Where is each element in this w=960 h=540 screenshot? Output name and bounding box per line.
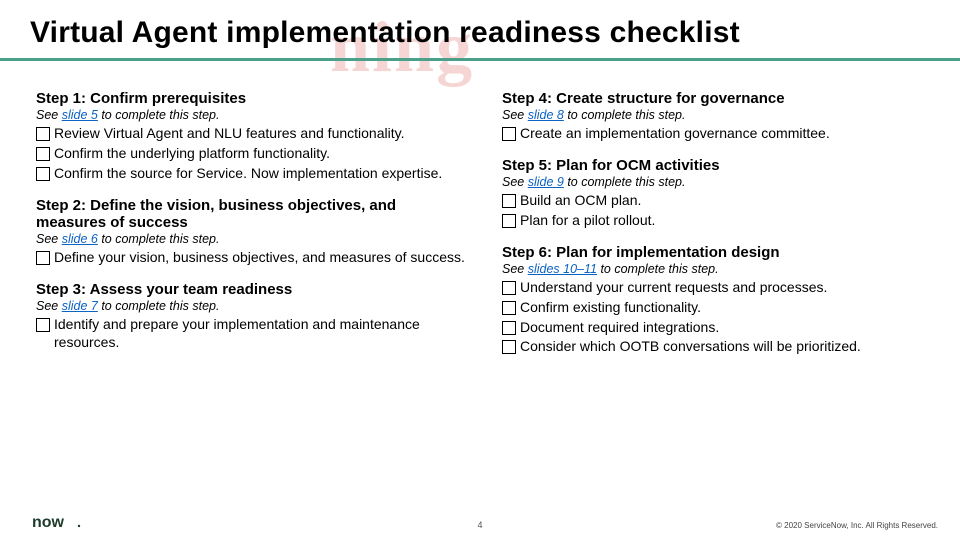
step2-heading: Step 2: Define the vision, business obje…: [36, 197, 466, 231]
list-item: Confirm the source for Service. Now impl…: [36, 165, 466, 183]
checkbox-icon[interactable]: [36, 251, 50, 265]
step4-items: Create an implementation governance comm…: [502, 125, 932, 143]
item-text: Confirm existing functionality.: [520, 299, 932, 317]
step6-see-pre: See: [502, 262, 528, 276]
list-item: Document required integrations.: [502, 319, 932, 337]
title-underline: [0, 58, 960, 61]
checkbox-icon[interactable]: [502, 281, 516, 295]
item-text: Plan for a pilot rollout.: [520, 212, 932, 230]
checkbox-icon[interactable]: [36, 127, 50, 141]
list-item: Confirm the underlying platform function…: [36, 145, 466, 163]
step2-see-link[interactable]: slide 6: [62, 232, 98, 246]
item-text: Understand your current requests and pro…: [520, 279, 932, 297]
column-right: Step 4: Create structure for governance …: [502, 90, 932, 500]
footer: now 4 © 2020 ServiceNow, Inc. All Rights…: [0, 506, 960, 540]
step1-see-link[interactable]: slide 5: [62, 108, 98, 122]
step6-see-post: to complete this step.: [597, 262, 719, 276]
list-item: Confirm existing functionality.: [502, 299, 932, 317]
step5-heading: Step 5: Plan for OCM activities: [502, 157, 932, 174]
checkbox-icon[interactable]: [502, 301, 516, 315]
logo-text: now: [32, 514, 65, 531]
step5-see-link[interactable]: slide 9: [528, 175, 564, 189]
item-text: Confirm the underlying platform function…: [54, 145, 466, 163]
step1-items: Review Virtual Agent and NLU features an…: [36, 125, 466, 183]
step1-see: See slide 5 to complete this step.: [36, 108, 466, 122]
step3-see-link[interactable]: slide 7: [62, 299, 98, 313]
copyright-text: © 2020 ServiceNow, Inc. All Rights Reser…: [776, 521, 938, 530]
column-left: Step 1: Confirm prerequisites See slide …: [36, 90, 466, 500]
step3-items: Identify and prepare your implementation…: [36, 316, 466, 352]
checkbox-icon[interactable]: [36, 318, 50, 332]
step6-see-link[interactable]: slides 10–11: [528, 262, 597, 276]
list-item: Review Virtual Agent and NLU features an…: [36, 125, 466, 143]
checkbox-icon[interactable]: [502, 321, 516, 335]
content-area: Step 1: Confirm prerequisites See slide …: [36, 90, 932, 500]
step2-items: Define your vision, business objectives,…: [36, 249, 466, 267]
item-text: Build an OCM plan.: [520, 192, 932, 210]
item-text: Define your vision, business objectives,…: [54, 249, 466, 267]
step5-see-post: to complete this step.: [564, 175, 686, 189]
page-number: 4: [477, 520, 482, 530]
list-item: Define your vision, business objectives,…: [36, 249, 466, 267]
item-text: Review Virtual Agent and NLU features an…: [54, 125, 466, 143]
now-logo-icon: now: [32, 512, 86, 532]
step2-see-pre: See: [36, 232, 62, 246]
item-text: Create an implementation governance comm…: [520, 125, 932, 143]
list-item: Create an implementation governance comm…: [502, 125, 932, 143]
list-item: Understand your current requests and pro…: [502, 279, 932, 297]
step4-see-pre: See: [502, 108, 528, 122]
step6-heading: Step 6: Plan for implementation design: [502, 244, 932, 261]
step1-see-post: to complete this step.: [98, 108, 220, 122]
step4-see: See slide 8 to complete this step.: [502, 108, 932, 122]
step3-see: See slide 7 to complete this step.: [36, 299, 466, 313]
servicenow-logo: now: [32, 512, 86, 532]
list-item: Consider which OOTB conversations will b…: [502, 338, 932, 356]
step6-items: Understand your current requests and pro…: [502, 279, 932, 357]
checkbox-icon[interactable]: [502, 127, 516, 141]
checkbox-icon[interactable]: [502, 194, 516, 208]
list-item: Plan for a pilot rollout.: [502, 212, 932, 230]
step4-see-post: to complete this step.: [564, 108, 686, 122]
page-title: Virtual Agent implementation readiness c…: [30, 16, 740, 50]
step3-see-post: to complete this step.: [98, 299, 220, 313]
item-text: Confirm the source for Service. Now impl…: [54, 165, 466, 183]
step3-see-pre: See: [36, 299, 62, 313]
step6-see: See slides 10–11 to complete this step.: [502, 262, 932, 276]
step4-heading: Step 4: Create structure for governance: [502, 90, 932, 107]
step1-see-pre: See: [36, 108, 62, 122]
step5-see: See slide 9 to complete this step.: [502, 175, 932, 189]
checkbox-icon[interactable]: [36, 147, 50, 161]
step2-see-post: to complete this step.: [98, 232, 220, 246]
step5-items: Build an OCM plan. Plan for a pilot roll…: [502, 192, 932, 230]
step5-see-pre: See: [502, 175, 528, 189]
checkbox-icon[interactable]: [502, 214, 516, 228]
step1-heading: Step 1: Confirm prerequisites: [36, 90, 466, 107]
checkbox-icon[interactable]: [502, 340, 516, 354]
slide: ning Virtual Agent implementation readin…: [0, 0, 960, 540]
step3-heading: Step 3: Assess your team readiness: [36, 281, 466, 298]
item-text: Document required integrations.: [520, 319, 932, 337]
list-item: Build an OCM plan.: [502, 192, 932, 210]
list-item: Identify and prepare your implementation…: [36, 316, 466, 352]
item-text: Consider which OOTB conversations will b…: [520, 338, 932, 356]
step4-see-link[interactable]: slide 8: [528, 108, 564, 122]
checkbox-icon[interactable]: [36, 167, 50, 181]
step2-see: See slide 6 to complete this step.: [36, 232, 466, 246]
item-text: Identify and prepare your implementation…: [54, 316, 466, 352]
